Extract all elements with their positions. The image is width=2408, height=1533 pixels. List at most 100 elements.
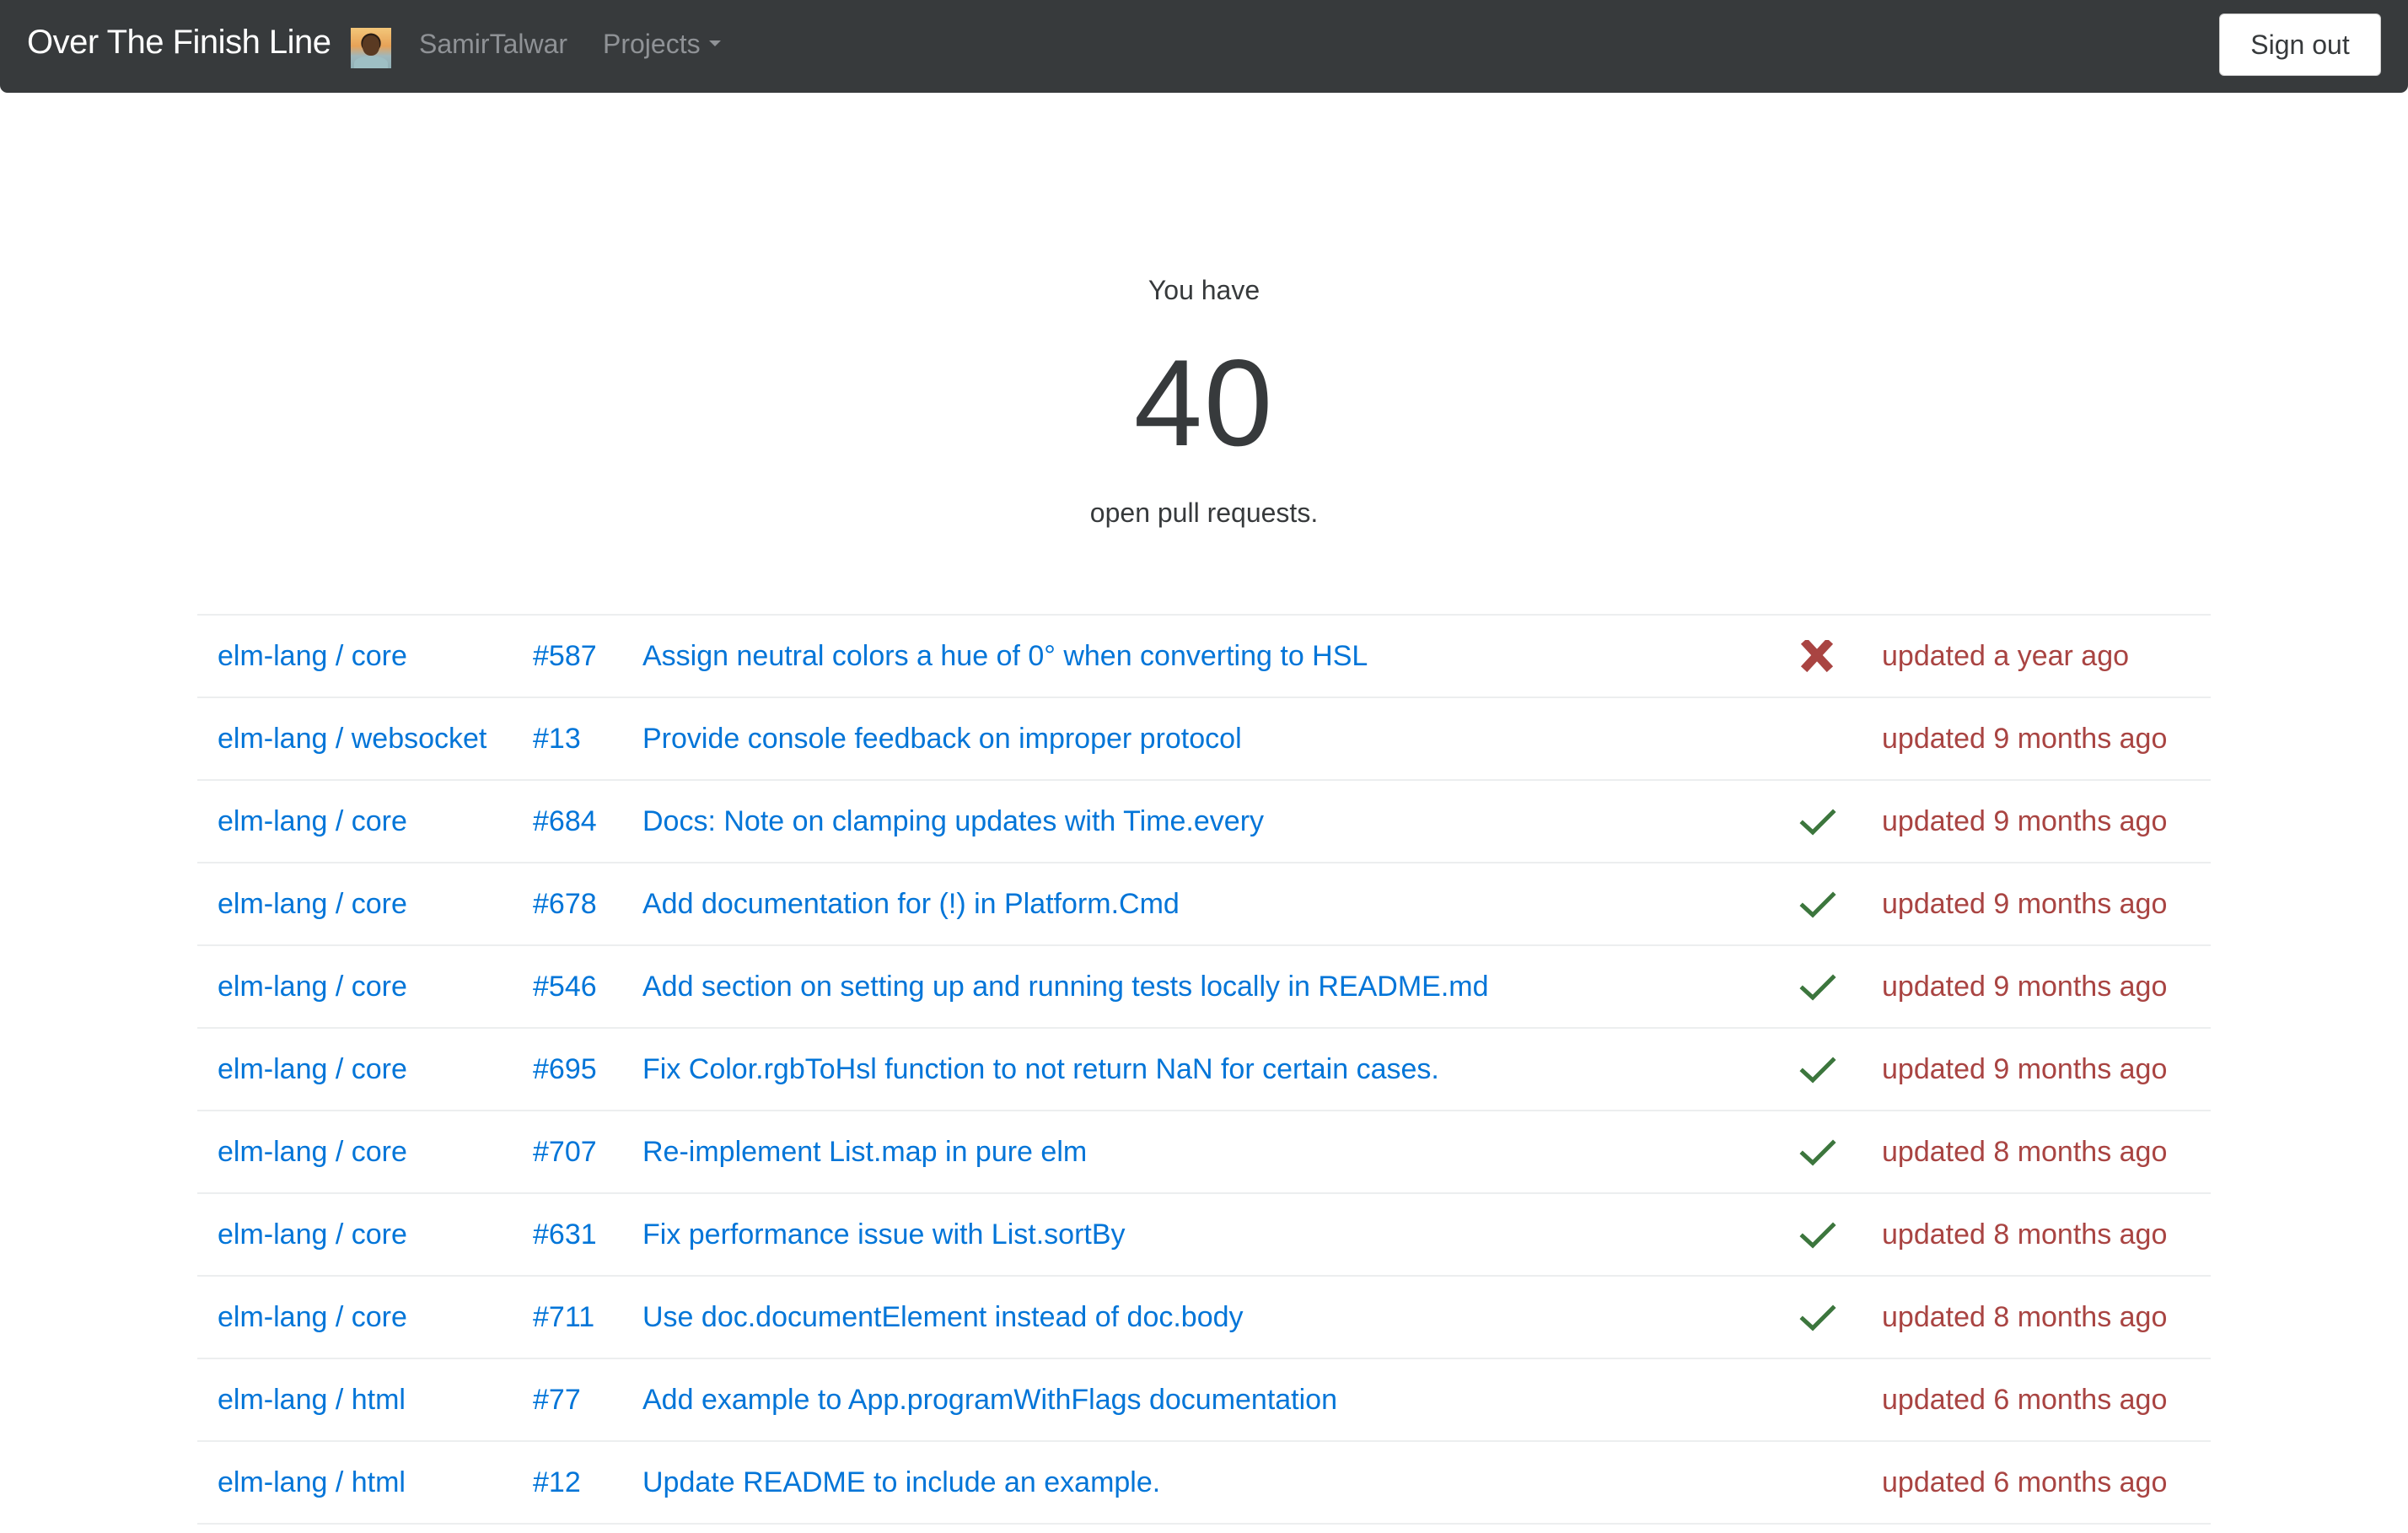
updated-time: updated 9 months ago [1882, 722, 2168, 755]
pull-request-row: elm-lang / html #77 Add example to App.p… [197, 1358, 2211, 1441]
title-cell: Use doc.documentElement instead of doc.b… [642, 1276, 1799, 1358]
updated-time: updated 6 months ago [1882, 1466, 2168, 1498]
title-cell: Add documentation for (!) in Platform.Cm… [642, 863, 1799, 945]
pr-title-link[interactable]: Docs: Note on clamping updates with Time… [642, 805, 1264, 837]
hero-prefix: You have [1148, 275, 1260, 305]
pull-request-row: elm-lang / core #546 Add section on sett… [197, 945, 2211, 1028]
title-cell: Provide console feedback on improper pro… [642, 697, 1799, 780]
pr-title-link[interactable]: Fix performance issue with List.sortBy [642, 1218, 1126, 1251]
pull-request-row: elm-lang / core #695 Fix Color.rgbToHsl … [197, 1028, 2211, 1111]
pr-number-link[interactable]: #678 [533, 888, 597, 920]
repo-link[interactable]: elm-lang / core [218, 640, 407, 672]
repo-cell: elm-lang / websocket [197, 697, 533, 780]
updated-time: updated a year ago [1882, 639, 2130, 672]
title-cell: Add example to App.programWithFlags docu… [642, 1358, 1799, 1441]
repo-cell: elm-lang / core [197, 945, 533, 1028]
updated-cell: updated 6 months ago [1882, 1358, 2211, 1441]
pr-title-link[interactable]: Provide console feedback on improper pro… [642, 723, 1242, 755]
title-cell: Update README to include an example. [642, 1441, 1799, 1524]
repo-cell: elm-lang / core [197, 1193, 533, 1276]
status-cell [1799, 615, 1882, 697]
pr-title-link[interactable]: Use doc.documentElement instead of doc.b… [642, 1301, 1244, 1333]
number-cell: #707 [533, 1111, 642, 1193]
repo-cell: elm-lang / html [197, 1441, 533, 1524]
repo-link[interactable]: elm-lang / core [218, 1136, 407, 1168]
updated-cell: updated 9 months ago [1882, 1028, 2211, 1111]
pr-title-link[interactable]: Assign neutral colors a hue of 0° when c… [642, 640, 1368, 672]
status-cell [1799, 945, 1882, 1028]
repo-link[interactable]: elm-lang / core [218, 1301, 407, 1333]
number-cell: #13 [533, 697, 642, 780]
navbar: Over The Finish Line SamirTalwar Project… [0, 0, 2408, 93]
pr-number-link[interactable]: #13 [533, 723, 581, 755]
pull-request-row: elm-lang / core #707 Re-implement List.m… [197, 1111, 2211, 1193]
hero-suffix: open pull requests. [1089, 498, 1319, 528]
repo-link[interactable]: elm-lang / core [218, 805, 407, 837]
pr-number-link[interactable]: #77 [533, 1384, 581, 1416]
pr-number-link[interactable]: #695 [533, 1053, 597, 1085]
status-cell [1799, 1111, 1882, 1193]
pull-request-table: elm-lang / core #587 Assign neutral colo… [197, 614, 2211, 1525]
projects-dropdown[interactable]: Projects [603, 27, 721, 61]
number-cell: #678 [533, 863, 642, 945]
pr-title-link[interactable]: Add documentation for (!) in Platform.Cm… [642, 888, 1180, 920]
pr-title-link[interactable]: Add example to App.programWithFlags docu… [642, 1384, 1337, 1416]
pr-number-link[interactable]: #684 [533, 805, 597, 837]
pull-request-row: elm-lang / core #631 Fix performance iss… [197, 1193, 2211, 1276]
number-cell: #684 [533, 780, 642, 863]
nav-user-link[interactable]: SamirTalwar [419, 27, 567, 61]
updated-time: updated 6 months ago [1882, 1383, 2168, 1416]
title-cell: Fix Color.rgbToHsl function to not retur… [642, 1028, 1799, 1111]
repo-cell: elm-lang / core [197, 1028, 533, 1111]
repo-cell: elm-lang / core [197, 863, 533, 945]
open-pr-count: 40 [1133, 334, 1275, 471]
repo-link[interactable]: elm-lang / html [218, 1466, 406, 1498]
check-icon [1799, 1136, 1836, 1170]
check-icon [1799, 1218, 1836, 1252]
user-avatar [351, 28, 391, 68]
pr-number-link[interactable]: #546 [533, 971, 597, 1003]
repo-link[interactable]: elm-lang / core [218, 888, 407, 920]
pr-title-link[interactable]: Add section on setting up and running te… [642, 971, 1489, 1003]
brand-link[interactable]: Over The Finish Line [27, 22, 331, 62]
pull-request-row: elm-lang / core #684 Docs: Note on clamp… [197, 780, 2211, 863]
pr-number-link[interactable]: #12 [533, 1466, 581, 1498]
repo-link[interactable]: elm-lang / core [218, 971, 407, 1003]
check-icon [1799, 805, 1836, 839]
pull-request-row: elm-lang / html #12 Update README to inc… [197, 1441, 2211, 1524]
repo-cell: elm-lang / core [197, 1276, 533, 1358]
number-cell: #711 [533, 1276, 642, 1358]
status-cell [1799, 697, 1882, 780]
pr-title-link[interactable]: Fix Color.rgbToHsl function to not retur… [642, 1053, 1439, 1085]
updated-time: updated 9 months ago [1882, 887, 2168, 920]
repo-cell: elm-lang / html [197, 1358, 533, 1441]
pr-title-link[interactable]: Update README to include an example. [642, 1466, 1160, 1498]
pull-request-row: elm-lang / websocket #13 Provide console… [197, 697, 2211, 780]
repo-link[interactable]: elm-lang / websocket [218, 723, 486, 755]
title-cell: Fix performance issue with List.sortBy [642, 1193, 1799, 1276]
pr-number-link[interactable]: #711 [533, 1301, 594, 1333]
pr-title-link[interactable]: Re-implement List.map in pure elm [642, 1136, 1087, 1168]
title-cell: Docs: Note on clamping updates with Time… [642, 780, 1799, 863]
status-cell [1799, 1028, 1882, 1111]
avatar-shirt [354, 56, 388, 68]
title-cell: Assign neutral colors a hue of 0° when c… [642, 615, 1799, 697]
sign-out-button[interactable]: Sign out [2219, 13, 2381, 76]
pr-number-link[interactable]: #631 [533, 1218, 597, 1251]
cross-icon [1799, 637, 1836, 674]
status-icon-empty [1799, 1384, 1836, 1417]
pr-number-link[interactable]: #707 [533, 1136, 597, 1168]
repo-link[interactable]: elm-lang / core [218, 1053, 407, 1085]
updated-time: updated 8 months ago [1882, 1218, 2168, 1251]
check-icon [1799, 1053, 1836, 1087]
pull-request-row: elm-lang / core #711 Use doc.documentEle… [197, 1276, 2211, 1358]
updated-time: updated 9 months ago [1882, 970, 2168, 1003]
repo-cell: elm-lang / core [197, 1111, 533, 1193]
repo-link[interactable]: elm-lang / html [218, 1384, 406, 1416]
updated-cell: updated 9 months ago [1882, 945, 2211, 1028]
number-cell: #77 [533, 1358, 642, 1441]
title-cell: Add section on setting up and running te… [642, 945, 1799, 1028]
repo-link[interactable]: elm-lang / core [218, 1218, 407, 1251]
updated-cell: updated 6 months ago [1882, 1441, 2211, 1524]
pr-number-link[interactable]: #587 [533, 640, 597, 672]
